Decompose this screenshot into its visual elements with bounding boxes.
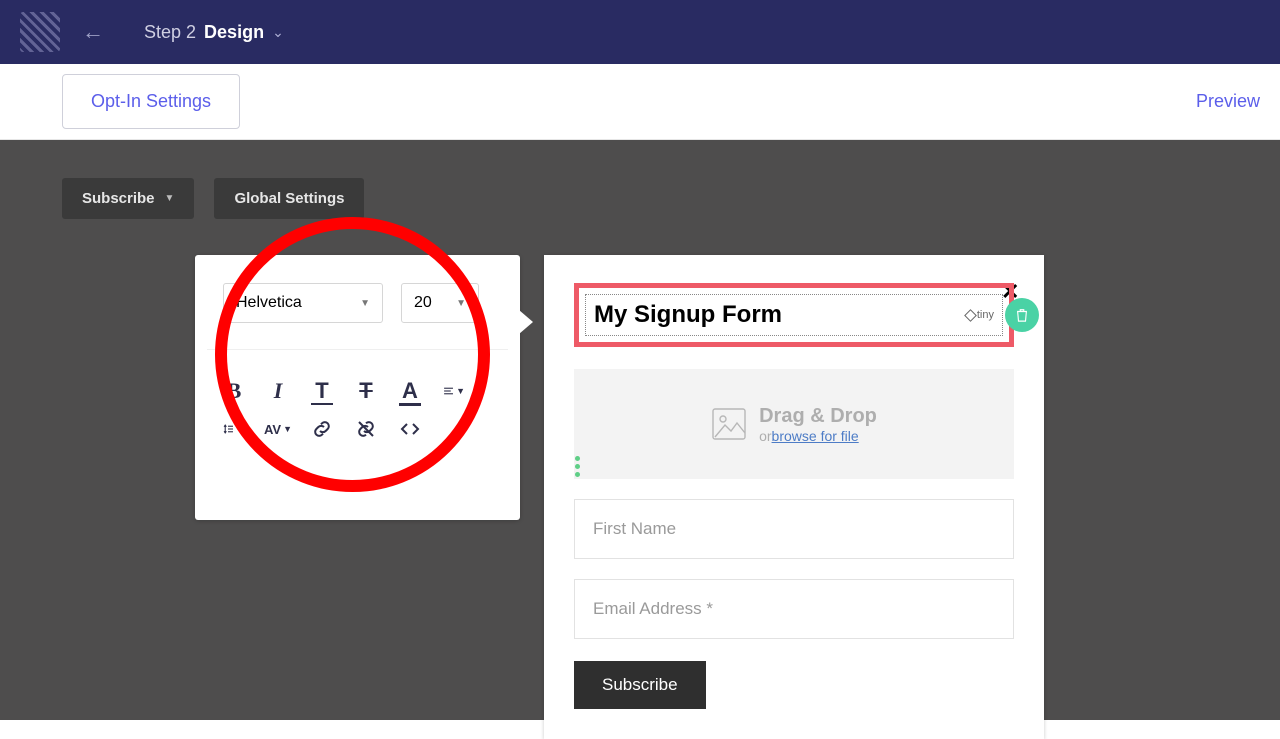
step-number: Step 2	[144, 22, 196, 43]
email-field[interactable]: Email Address *	[574, 579, 1014, 639]
caret-down-icon: ▼	[360, 298, 370, 309]
tab-global-label: Global Settings	[234, 190, 344, 207]
top-nav: ← Step 2 Design ⌄	[0, 0, 1280, 64]
form-title-block[interactable]: My Signup Form tiny	[574, 283, 1014, 347]
breadcrumb[interactable]: Step 2 Design ⌄	[144, 22, 284, 43]
italic-icon[interactable]: I	[267, 380, 289, 402]
link-icon[interactable]	[311, 418, 333, 440]
caret-down-icon: ▼	[456, 386, 465, 396]
tab-subscribe-label: Subscribe	[82, 190, 155, 207]
step-name: Design	[204, 22, 264, 43]
underline-icon[interactable]: T	[311, 380, 333, 402]
tab-subscribe[interactable]: Subscribe ▼	[62, 178, 194, 219]
caret-down-icon: ▼	[236, 424, 245, 434]
text-color-icon[interactable]: A	[399, 380, 421, 402]
tiny-label: tiny	[977, 309, 994, 321]
state-tabs: Subscribe ▼ Global Settings	[62, 178, 364, 219]
sub-nav: Opt-In Settings Preview	[0, 64, 1280, 140]
form-title-text[interactable]: My Signup Form	[594, 301, 782, 329]
image-icon	[711, 407, 747, 441]
chevron-down-icon: ⌄	[272, 24, 284, 41]
tab-global-settings[interactable]: Global Settings	[214, 178, 364, 219]
font-family-select[interactable]: Helvetica ▼	[223, 283, 383, 323]
drag-handle-icon[interactable]	[575, 456, 580, 477]
caret-down-icon: ▼	[283, 424, 292, 434]
first-name-field[interactable]: First Name	[574, 499, 1014, 559]
dropzone-subtitle: orbrowse for file	[759, 428, 877, 444]
email-placeholder: Email Address *	[593, 599, 713, 619]
diamond-icon	[964, 309, 977, 322]
font-size-select[interactable]: 20 ▼	[401, 283, 479, 323]
logo-icon	[20, 12, 42, 52]
align-icon[interactable]: ▼	[443, 380, 465, 402]
preview-link[interactable]: Preview	[1196, 91, 1260, 112]
first-name-placeholder: First Name	[593, 519, 676, 539]
unlink-icon[interactable]	[355, 418, 377, 440]
back-arrow-icon[interactable]: ←	[82, 19, 104, 45]
letter-spacing-icon[interactable]: AV▼	[267, 418, 289, 440]
canvas-area: Subscribe ▼ Global Settings Helvetica ▼ …	[0, 140, 1280, 720]
bold-icon[interactable]: B	[223, 380, 245, 402]
browse-file-link[interactable]: browse for file	[772, 428, 859, 444]
font-size-value: 20	[414, 294, 432, 312]
font-family-value: Helvetica	[236, 294, 302, 312]
strikethrough-icon[interactable]: T	[355, 380, 377, 402]
image-dropzone[interactable]: Drag & Drop orbrowse for file	[574, 369, 1014, 479]
text-toolbar: Helvetica ▼ 20 ▼ B I T T A ▼	[195, 255, 520, 520]
caret-down-icon: ▼	[456, 298, 466, 309]
popover-arrow-icon	[519, 310, 533, 334]
caret-down-icon: ▼	[165, 193, 175, 204]
code-icon[interactable]	[399, 418, 421, 440]
delete-button[interactable]	[1005, 298, 1039, 332]
form-preview: ✕ My Signup Form tiny Drag & Drop	[544, 255, 1044, 739]
subscribe-button[interactable]: Subscribe	[574, 661, 706, 709]
optin-settings-button[interactable]: Opt-In Settings	[62, 74, 240, 129]
tiny-badge: tiny	[966, 309, 994, 321]
dropzone-title: Drag & Drop	[759, 405, 877, 428]
line-height-icon[interactable]: ▼	[223, 418, 245, 440]
